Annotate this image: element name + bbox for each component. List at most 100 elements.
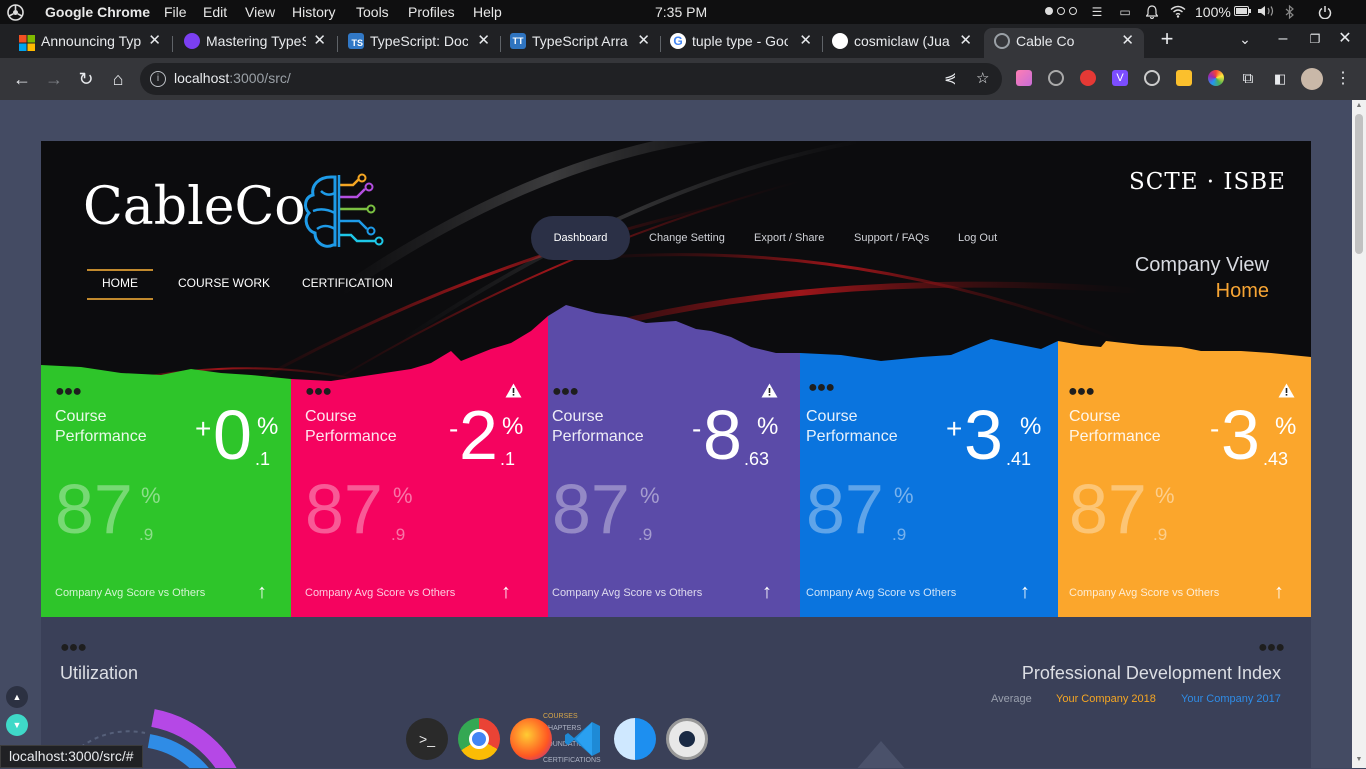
side-panel-icon[interactable]: ◧ xyxy=(1269,68,1291,90)
menu-history[interactable]: History xyxy=(292,4,336,20)
menu-profiles[interactable]: Profiles xyxy=(408,4,455,20)
menu-tools[interactable]: Tools xyxy=(356,4,389,20)
tab-search-chevron-down-icon[interactable]: ⌄ xyxy=(1234,28,1256,50)
chrome-menu-kebab-icon[interactable]: ⋮ xyxy=(1332,68,1354,90)
dashboard-link-button[interactable]: Dashboard xyxy=(531,216,630,260)
window-minimize-button[interactable]: – xyxy=(1272,28,1294,50)
os-clock[interactable]: 7:35 PM xyxy=(655,4,707,20)
chrome-icon[interactable] xyxy=(458,718,500,760)
list-icon[interactable]: ☰ xyxy=(1090,5,1104,19)
os-app-name[interactable]: Google Chrome xyxy=(45,4,150,20)
warning-icon[interactable] xyxy=(1278,383,1295,398)
change-setting-link[interactable]: Change Setting xyxy=(649,232,725,244)
arrow-up-icon[interactable]: ↑ xyxy=(762,581,772,604)
card-menu-dots-icon[interactable]: ●●● xyxy=(305,383,332,401)
wifi-icon[interactable] xyxy=(1170,5,1186,19)
warning-icon[interactable] xyxy=(505,383,522,398)
legend-company-2017[interactable]: Your Company 2017 xyxy=(1181,693,1281,705)
tab-cosmiclaw-github[interactable]: cosmiclaw (Juan) ✕ xyxy=(822,28,982,58)
menu-edit[interactable]: Edit xyxy=(203,4,227,20)
menu-help[interactable]: Help xyxy=(473,4,502,20)
card-menu-dots-icon[interactable]: ●●● xyxy=(1068,383,1095,401)
card-menu-dots-icon[interactable]: ●●● xyxy=(55,383,82,401)
vscode-icon[interactable] xyxy=(562,718,604,760)
volume-icon[interactable] xyxy=(1256,5,1278,19)
extension-target-icon[interactable] xyxy=(1144,70,1160,86)
card-menu-dots-icon[interactable]: ●●● xyxy=(552,383,579,401)
scte-isbe-logo[interactable]: SCTE · ISBE xyxy=(1129,169,1286,195)
legend-company-2018[interactable]: Your Company 2018 xyxy=(1056,693,1156,705)
close-tab-icon[interactable]: ✕ xyxy=(313,28,326,54)
screenshot-camera-icon[interactable] xyxy=(666,718,708,760)
tab-mastering-typescript[interactable]: Mastering TypeScript ✕ xyxy=(174,28,336,58)
extension-gradient-icon[interactable] xyxy=(1016,70,1032,86)
page-scrollbar[interactable]: ▲ ▼ xyxy=(1352,100,1366,768)
nav-home[interactable]: HOME xyxy=(102,276,138,290)
arrow-up-icon[interactable]: ↑ xyxy=(1274,581,1284,604)
forward-arrow-icon[interactable]: → xyxy=(43,68,65,90)
scroll-down-arrow-icon[interactable]: ▼ xyxy=(1355,756,1363,763)
support-faqs-link[interactable]: Support / FAQs xyxy=(854,232,929,244)
arrow-up-icon[interactable]: ↑ xyxy=(501,581,511,604)
close-tab-icon[interactable]: ✕ xyxy=(1121,28,1134,54)
close-tab-icon[interactable]: ✕ xyxy=(148,28,161,54)
profile-avatar[interactable] xyxy=(1301,68,1323,90)
scroll-up-button[interactable]: ▲ xyxy=(6,686,28,708)
tab-announcing-typescript[interactable]: Announcing TypeScript ✕ xyxy=(9,28,171,58)
address-bar[interactable]: i localhost:3000/src/ ⋞ ☆ xyxy=(140,63,1002,95)
scroll-up-arrow-icon[interactable]: ▲ xyxy=(1355,102,1363,109)
os-logo-icon[interactable] xyxy=(7,4,24,24)
extension-color-wheel-icon[interactable] xyxy=(1208,70,1224,86)
course-performance-card-5[interactable]: ●●● Course Performance - 3 % .43 87 % .9… xyxy=(1058,361,1311,617)
address-bar-url[interactable]: localhost:3000/src/ xyxy=(174,70,291,86)
extensions-puzzle-icon[interactable]: ⧉ xyxy=(1237,68,1259,90)
terminal-icon[interactable]: >_ xyxy=(406,718,448,760)
log-out-link[interactable]: Log Out xyxy=(958,232,997,244)
home-icon[interactable]: ⌂ xyxy=(107,68,129,90)
firefox-icon[interactable] xyxy=(510,718,552,760)
share-icon[interactable]: ⋞ xyxy=(944,69,957,87)
window-close-button[interactable]: ✕ xyxy=(1334,28,1356,50)
extension-v-icon[interactable]: V xyxy=(1112,70,1128,86)
legend-average[interactable]: Average xyxy=(991,693,1032,705)
brand-logo-text[interactable]: CableCo xyxy=(83,177,306,237)
new-tab-button[interactable]: + xyxy=(1156,28,1178,50)
finder-icon[interactable] xyxy=(614,718,656,760)
bookmark-star-icon[interactable]: ☆ xyxy=(976,69,989,87)
scroll-down-button[interactable]: ▼ xyxy=(6,714,28,736)
close-tab-icon[interactable]: ✕ xyxy=(637,28,650,54)
course-performance-card-4[interactable]: ●●● Course Performance + 3 % .41 87 % .9… xyxy=(800,361,1058,617)
bell-icon[interactable] xyxy=(1145,5,1159,20)
warning-icon[interactable] xyxy=(761,383,778,398)
menu-view[interactable]: View xyxy=(245,4,275,20)
battery-icon[interactable] xyxy=(1234,5,1252,19)
course-performance-card-1[interactable]: ●●● Course Performance + 0 % .1 87 % .9 … xyxy=(41,361,291,617)
utilization-menu-dots-icon[interactable]: ●●● xyxy=(60,639,87,657)
course-performance-card-3[interactable]: ●●● Course Performance - 8 % .63 87 % .9… xyxy=(548,361,800,617)
power-icon[interactable] xyxy=(1318,5,1332,20)
pdi-menu-dots-icon[interactable]: ●●● xyxy=(1258,639,1285,657)
tab-tuple-type-google[interactable]: G tuple type - Google ✕ xyxy=(660,28,822,58)
arrow-up-icon[interactable]: ↑ xyxy=(1020,581,1030,604)
back-arrow-icon[interactable]: ← xyxy=(11,68,33,90)
reload-icon[interactable]: ↻ xyxy=(75,68,97,90)
extension-hand-icon[interactable] xyxy=(1080,70,1096,86)
export-share-link[interactable]: Export / Share xyxy=(754,232,824,244)
extension-glasses-icon[interactable] xyxy=(1048,70,1064,86)
menu-file[interactable]: File xyxy=(164,4,187,20)
course-performance-card-2[interactable]: ●●● Course Performance - 2 % .1 87 % .9 … xyxy=(291,361,548,617)
arrow-up-icon[interactable]: ↑ xyxy=(257,581,267,604)
tab-cable-co[interactable]: Cable Co ✕ xyxy=(984,28,1144,58)
nav-certification[interactable]: CERTIFICATION xyxy=(302,276,393,290)
nav-course-work[interactable]: COURSE WORK xyxy=(178,276,270,290)
workspace-indicator-icon[interactable] xyxy=(1043,5,1083,19)
close-tab-icon[interactable]: ✕ xyxy=(477,28,490,54)
window-restore-button[interactable]: ❐ xyxy=(1304,28,1326,50)
extension-note-icon[interactable] xyxy=(1176,70,1192,86)
tab-typescript-array[interactable]: TT TypeScript Array ✕ xyxy=(500,28,660,58)
card-menu-dots-icon[interactable]: ●●● xyxy=(808,379,835,397)
bluetooth-icon[interactable] xyxy=(1283,4,1297,20)
folder-icon[interactable]: ▭ xyxy=(1118,5,1132,19)
tab-typescript-documentation[interactable]: TS TypeScript: Documentation ✕ xyxy=(338,28,500,58)
close-tab-icon[interactable]: ✕ xyxy=(799,28,812,54)
